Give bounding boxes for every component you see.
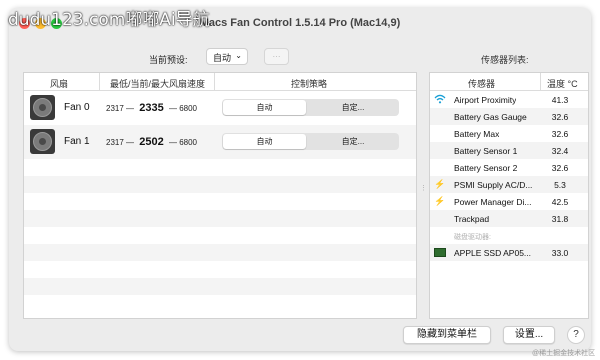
sensor-temp: 32.4 (551, 146, 569, 156)
fan-row[interactable]: Fan 0 2317 — 2335 — 6800 自动 自定... (24, 91, 416, 125)
fan-column-header[interactable]: 风扇 (50, 77, 68, 90)
fan-auto-button[interactable]: 自动 (223, 100, 306, 115)
fan-current-speed: 2335 (139, 102, 164, 114)
ellipsis-icon: ··· (272, 52, 281, 61)
preset-label: 当前预设: (149, 55, 188, 65)
sensor-temp: 41.3 (551, 95, 569, 105)
empty-row (24, 210, 416, 227)
fan-control-segment: 自动 自定... (222, 99, 399, 116)
sensor-name: Trackpad (454, 214, 490, 224)
split-view-handle[interactable]: ⋮ (420, 184, 427, 192)
column-divider (540, 73, 541, 90)
watermark-text: dudu123.com嘟嘟Ai导航 (8, 10, 210, 30)
preset-value: 自动 (213, 53, 232, 63)
sensor-temp: 32.6 (551, 112, 569, 122)
sensor-column-header[interactable]: 传感器 (468, 77, 495, 90)
sensor-name: PSMI Supply AC/D... (454, 180, 533, 190)
sensor-temp: 32.6 (551, 163, 569, 173)
sensor-temp: 33.0 (551, 248, 569, 258)
fan-speed: 2317 — 2502 — 6800 (106, 136, 197, 148)
sensor-temp: 32.6 (551, 129, 569, 139)
fan-auto-button[interactable]: 自动 (223, 134, 306, 149)
settings-button[interactable]: 设置... (503, 326, 555, 344)
sensor-table-header: 传感器 温度 °C (430, 73, 588, 91)
bolt-icon: ⚡ (434, 179, 446, 189)
fan-speed: 2317 — 2335 — 6800 (106, 102, 197, 114)
temp-column-header[interactable]: 温度 °C (547, 77, 578, 90)
fan-name: Fan 1 (64, 136, 90, 147)
control-column-header[interactable]: 控制策略 (291, 77, 327, 90)
empty-row (24, 278, 416, 295)
fan-current-speed: 2502 (139, 136, 164, 148)
app-window: Macs Fan Control 1.5.14 Pro (Mac14,9) 当前… (9, 8, 591, 351)
sensor-row[interactable]: Trackpad 31.8 (430, 210, 588, 227)
fan-min-speed: 2317 (106, 104, 124, 113)
empty-row (24, 295, 416, 312)
sensor-name: Airport Proximity (454, 95, 517, 105)
sensor-name: Battery Sensor 2 (454, 163, 518, 173)
preset-options-button[interactable]: ··· (264, 48, 289, 65)
fan-custom-button[interactable]: 自定... (308, 100, 398, 115)
sensor-name: Battery Gas Gauge (454, 112, 527, 122)
fan-custom-button[interactable]: 自定... (308, 134, 398, 149)
disk-group-label: 磁盘驱动器: (454, 234, 491, 241)
column-divider (214, 73, 215, 90)
sensor-row[interactable]: Airport Proximity 41.3 (430, 91, 588, 108)
fan-table-header: 风扇 最低/当前/最大风扇速度 控制策略 (24, 73, 416, 91)
sensor-temp: 5.3 (554, 180, 566, 190)
sensor-list-label: 传感器列表: (481, 55, 529, 65)
sensor-row[interactable]: Battery Sensor 2 32.6 (430, 159, 588, 176)
sensor-row[interactable]: APPLE SSD AP05... 33.0 (430, 244, 588, 261)
empty-row (24, 193, 416, 210)
fan-max-speed: 6800 (179, 104, 197, 113)
empty-row (24, 261, 416, 278)
sensor-row[interactable]: ⚡ Power Manager Di... 42.5 (430, 193, 588, 210)
empty-row (24, 227, 416, 244)
sensor-name: Power Manager Di... (454, 197, 532, 207)
fan-control-segment: 自动 自定... (222, 133, 399, 150)
fan-icon (30, 95, 55, 120)
fan-icon (30, 129, 55, 154)
help-button[interactable]: ? (567, 326, 585, 344)
bolt-icon: ⚡ (434, 196, 446, 206)
fan-max-speed: 6800 (179, 138, 197, 147)
sensor-row[interactable]: Battery Sensor 1 32.4 (430, 142, 588, 159)
fan-name: Fan 0 (64, 102, 90, 113)
hide-to-menubar-button[interactable]: 隐藏到菜单栏 (403, 326, 491, 344)
wifi-icon (434, 94, 446, 105)
sensor-row[interactable]: ⚡ PSMI Supply AC/D... 5.3 (430, 176, 588, 193)
sensor-row[interactable]: Battery Gas Gauge 32.6 (430, 108, 588, 125)
sensor-name: Battery Max (454, 129, 500, 139)
sensor-temp: 31.8 (551, 214, 569, 224)
fan-row[interactable]: Fan 1 2317 — 2502 — 6800 自动 自定... (24, 125, 416, 159)
disk-group-header: 磁盘驱动器: (430, 227, 588, 244)
empty-row (24, 159, 416, 176)
sensor-table: 传感器 温度 °C Airport Proximity 41.3 Battery… (429, 72, 589, 319)
empty-row (24, 176, 416, 193)
sensor-temp: 42.5 (551, 197, 569, 207)
sensor-name: Battery Sensor 1 (454, 146, 518, 156)
fan-min-speed: 2317 (106, 138, 124, 147)
sensor-name: APPLE SSD AP05... (454, 248, 532, 258)
ssd-icon (434, 248, 446, 257)
column-divider (99, 73, 100, 90)
speed-column-header[interactable]: 最低/当前/最大风扇速度 (110, 77, 205, 90)
empty-row (24, 244, 416, 261)
chevron-down-icon: ⌄ (235, 51, 242, 60)
fan-table: 风扇 最低/当前/最大风扇速度 控制策略 Fan 0 2317 — 2335 —… (23, 72, 417, 319)
sensor-row[interactable]: Battery Max 32.6 (430, 125, 588, 142)
credit-text: @稀土掘金技术社区 (532, 350, 596, 357)
preset-select[interactable]: 自动 ⌄ (206, 48, 248, 65)
